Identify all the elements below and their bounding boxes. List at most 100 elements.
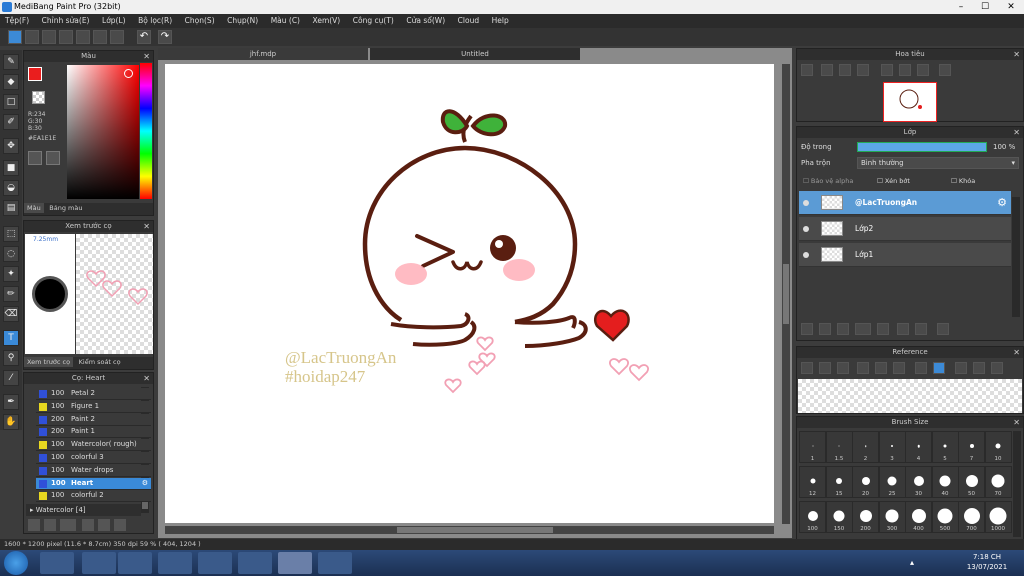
brush-item[interactable]: 100 Figure 1 xyxy=(36,400,151,413)
brush-size-option[interactable]: 30 xyxy=(905,466,932,498)
brush-item[interactable]: 100 Water drops xyxy=(36,464,151,477)
menu-help[interactable]: Help xyxy=(487,14,514,27)
network-app-icon[interactable] xyxy=(158,552,192,574)
hand-icon[interactable] xyxy=(933,362,945,374)
select-pen-icon[interactable]: ✏ xyxy=(3,286,19,302)
zoom-in-alt-icon[interactable] xyxy=(821,64,833,76)
green-app-icon[interactable] xyxy=(318,552,352,574)
comment-icon[interactable] xyxy=(42,30,56,44)
grid-icon[interactable] xyxy=(110,30,124,44)
merge-layer-icon[interactable] xyxy=(915,323,927,335)
word-icon[interactable] xyxy=(238,552,272,574)
navigator-thumbnail[interactable] xyxy=(883,82,937,122)
canvas-v-scrollbar[interactable] xyxy=(782,64,790,524)
cloud-open-icon[interactable] xyxy=(801,362,813,374)
layer-row[interactable]: Lớp1 xyxy=(799,243,1011,267)
duplicate-layer-icon[interactable] xyxy=(897,323,909,335)
brush-item[interactable]: 100 Heart ⚙ xyxy=(36,477,151,490)
new-brush-icon[interactable] xyxy=(44,519,56,531)
brush-size-option[interactable]: 1.5 xyxy=(825,431,853,463)
eyedropper-icon[interactable] xyxy=(915,362,927,374)
medibang-icon[interactable] xyxy=(278,552,312,574)
brush-size-option[interactable]: 1000 xyxy=(984,501,1012,533)
brush-size-option[interactable]: 3 xyxy=(878,431,906,463)
eyedropper-icon[interactable]: ⁄ xyxy=(3,370,19,386)
menu-snap[interactable]: Chụp(N) xyxy=(222,14,263,27)
brush-size-option[interactable]: 40 xyxy=(931,466,959,498)
text-tool-icon[interactable]: T xyxy=(3,330,19,346)
brush-size-option[interactable]: 1 xyxy=(799,431,826,463)
tab-brush-preview[interactable]: Xem trước cọ xyxy=(24,357,74,367)
chrome-icon[interactable] xyxy=(40,552,74,574)
tab-color[interactable]: Màu xyxy=(24,203,44,213)
zoom-out-icon[interactable] xyxy=(857,64,869,76)
save-icon[interactable] xyxy=(76,30,90,44)
gradient-tool-icon[interactable]: ▤ xyxy=(3,200,19,216)
add-brush-icon[interactable] xyxy=(60,519,76,531)
redo-icon[interactable]: ↷ xyxy=(158,30,172,44)
flip-icon[interactable] xyxy=(939,64,951,76)
brush-size-option[interactable]: 500 xyxy=(931,501,959,533)
eye-icon[interactable] xyxy=(803,252,809,258)
bucket-tool-icon[interactable]: ◒ xyxy=(3,180,19,196)
close-icon[interactable]: ✕ xyxy=(1013,49,1020,60)
brush-size-option[interactable]: 100 xyxy=(799,501,826,533)
brush-item[interactable]: 200 Paint 2 xyxy=(36,413,151,426)
close-icon[interactable]: ✕ xyxy=(1013,347,1020,358)
chat-icon[interactable] xyxy=(59,30,73,44)
eye-icon[interactable] xyxy=(803,200,809,206)
brush-settings-icon[interactable] xyxy=(28,519,40,531)
saturation-value-picker[interactable] xyxy=(67,65,139,199)
zoom-in-icon[interactable] xyxy=(857,362,869,374)
brush-size-option[interactable]: 4 xyxy=(905,431,932,463)
brush-size-option[interactable]: 300 xyxy=(878,501,906,533)
protect-alpha-checkbox[interactable]: ☐ Bảo vệ alpha xyxy=(803,177,853,185)
explorer-icon[interactable] xyxy=(198,552,232,574)
menu-cloud[interactable]: Cloud xyxy=(453,14,484,27)
zoom-in-icon[interactable] xyxy=(801,64,813,76)
lock-checkbox[interactable]: ☐ Khóa xyxy=(951,177,975,185)
blend-mode-select[interactable]: Bình thường ▾ xyxy=(857,157,1019,169)
brush-item[interactable]: 100 colorful 2 xyxy=(36,490,151,503)
pen-tool-icon[interactable]: ✐ xyxy=(3,114,19,130)
canvas-h-scrollbar[interactable] xyxy=(165,526,774,534)
tray-icons[interactable]: ▴ xyxy=(910,558,914,567)
brush-size-option[interactable]: 200 xyxy=(852,501,879,533)
fill-rect-tool-icon[interactable]: ■ xyxy=(3,160,19,176)
new-1bit-layer-icon[interactable] xyxy=(837,323,849,335)
close-icon[interactable]: ✕ xyxy=(143,221,150,232)
close-icon[interactable]: ✕ xyxy=(143,373,150,384)
cloud-icon[interactable] xyxy=(8,30,22,44)
rotate-right-icon[interactable] xyxy=(991,362,1003,374)
opacity-slider[interactable] xyxy=(857,142,987,152)
tab-document-jhf[interactable]: jhf.mdp xyxy=(158,48,368,60)
folder-icon[interactable] xyxy=(98,519,110,531)
paint-palette-icon[interactable] xyxy=(118,552,152,574)
operation-tool-icon[interactable]: ⚲ xyxy=(3,350,19,366)
tab-document-untitled[interactable]: Untitled xyxy=(370,48,580,60)
menu-filter[interactable]: Bộ lọc(R) xyxy=(133,14,177,27)
shape-tool-icon[interactable]: □ xyxy=(3,94,19,110)
copy-icon[interactable] xyxy=(93,30,107,44)
new-halftone-layer-icon[interactable] xyxy=(819,323,831,335)
brush-size-option[interactable]: 10 xyxy=(984,431,1012,463)
undo-icon[interactable]: ↶ xyxy=(137,30,151,44)
delete-layer-icon[interactable] xyxy=(937,323,949,335)
zoom-out-icon[interactable] xyxy=(893,362,905,374)
add-layer-icon[interactable] xyxy=(855,323,871,335)
brush-item[interactable]: 100 Petal 2 xyxy=(36,388,151,400)
brush-item[interactable]: 100 colorful 3 xyxy=(36,452,151,464)
layer-scrollbar[interactable] xyxy=(1012,197,1020,317)
brush-size-option[interactable]: 25 xyxy=(878,466,906,498)
palette-icon[interactable] xyxy=(28,151,42,165)
menu-view[interactable]: Xem(V) xyxy=(308,14,346,27)
menu-color[interactable]: Màu (C) xyxy=(266,14,305,27)
fit-icon[interactable] xyxy=(875,362,887,374)
brush-size-scrollbar[interactable] xyxy=(1013,431,1021,537)
menu-window[interactable]: Cửa sổ(W) xyxy=(401,14,450,27)
color-picker-handle[interactable] xyxy=(124,69,133,78)
brush-group[interactable]: ▸ Watercolor [4] xyxy=(26,504,141,516)
clipping-checkbox[interactable]: ☐ Xén bớt xyxy=(877,177,910,185)
select-eraser-icon[interactable]: ⌫ xyxy=(3,306,19,322)
tab-brush-control[interactable]: Kiểm soát cọ xyxy=(76,357,124,367)
